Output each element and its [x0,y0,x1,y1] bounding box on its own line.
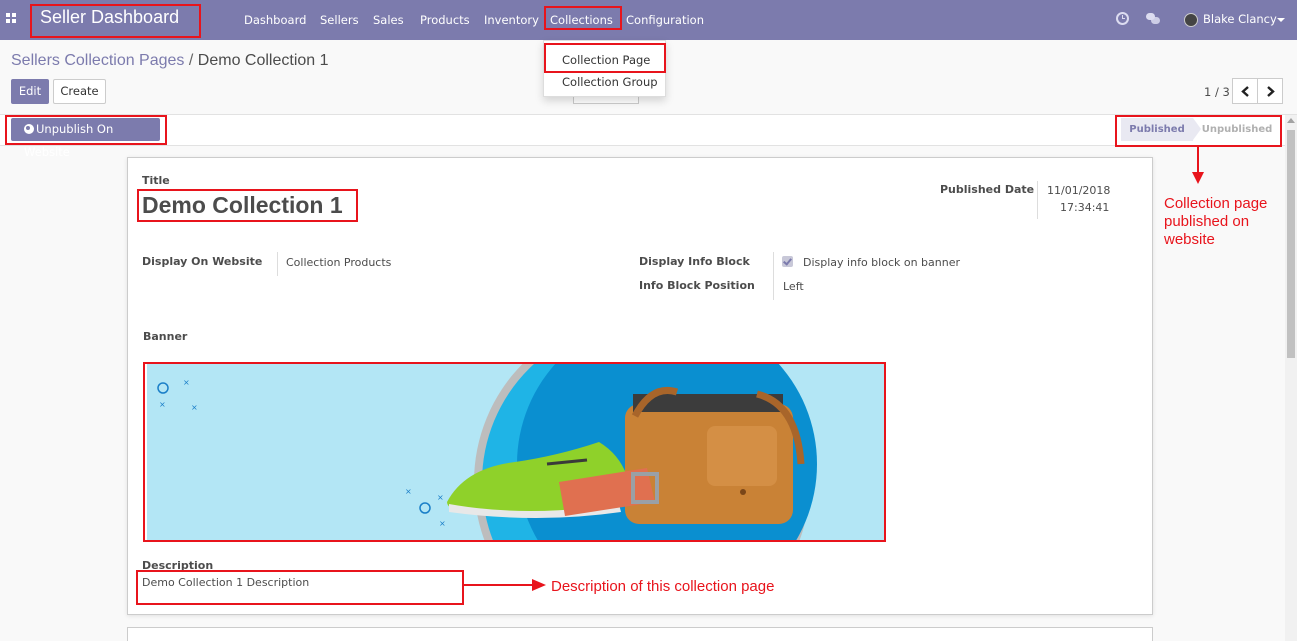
pager-counter[interactable]: 1 / 3 [1204,85,1230,99]
field-divider [773,252,774,300]
user-menu-caret-icon[interactable] [1277,18,1285,22]
scrollbar-thumb[interactable] [1287,130,1295,358]
annotation-box-unpublish [5,115,167,145]
activity-clock-icon[interactable] [1116,12,1129,25]
menu-configuration[interactable]: Configuration [626,13,704,27]
user-avatar[interactable] [1184,13,1198,27]
scroll-up-arrow-icon[interactable] [1287,118,1295,123]
annotation-description-note: Description of this collection page [551,578,775,595]
apps-grid-icon[interactable] [6,13,18,25]
banner-label: Banner [143,330,188,343]
annotation-box-banner [143,362,886,542]
menu-sellers[interactable]: Sellers [320,13,359,27]
menu-sales[interactable]: Sales [373,13,404,27]
menu-inventory[interactable]: Inventory [484,13,539,27]
pager-previous-button[interactable] [1232,78,1258,104]
field-divider [277,252,278,276]
menu-item-collection-group[interactable]: Collection Group [562,75,658,89]
annotation-box-description [136,570,464,605]
breadcrumb: Sellers Collection Pages / Demo Collecti… [11,52,329,70]
annotation-line: website [1164,231,1215,248]
published-time-value: 17:34:41 [1060,201,1110,214]
display-info-block-checkbox[interactable] [782,256,793,267]
create-button[interactable]: Create [53,79,106,104]
annotation-line: published on [1164,213,1250,230]
annotation-box-title [137,189,358,222]
info-block-position-label: Info Block Position [639,279,755,292]
display-info-block-label: Display Info Block [639,255,750,268]
chevron-right-icon [1267,86,1275,97]
published-date-value: 11/01/2018 [1047,184,1111,197]
breadcrumb-separator: / [188,52,194,69]
edit-button[interactable]: Edit [11,79,49,104]
annotation-arrow-description [464,579,546,591]
field-divider [1037,181,1038,219]
annotation-box-brand [30,4,201,38]
annotation-published-note: Collection page published on website [1164,195,1267,249]
status-bar [0,114,1297,146]
display-on-website-label: Display On Website [142,255,263,268]
title-label: Title [142,174,170,187]
annotation-line: Collection page [1164,195,1268,212]
chevron-left-icon [1241,86,1249,97]
annotation-arrow-published [1192,146,1204,184]
annotation-box-collection-page [544,43,666,73]
menu-dashboard[interactable]: Dashboard [244,13,306,27]
chatter-sheet [127,627,1153,641]
published-date-label: Published Date [940,183,1035,196]
annotation-box-stages [1115,115,1282,147]
display-info-block-text: Display info block on banner [803,256,961,269]
breadcrumb-current: Demo Collection 1 [197,52,329,69]
pager-next-button[interactable] [1257,78,1283,104]
menu-products[interactable]: Products [420,13,470,27]
chat-icon[interactable] [1146,13,1160,24]
user-name[interactable]: Blake Clancy [1203,12,1277,26]
display-on-website-value: Collection Products [286,256,392,269]
info-block-position-value: Left [783,280,804,293]
annotation-box-collections-menu [544,6,622,30]
breadcrumb-parent-link[interactable]: Sellers Collection Pages [11,52,184,69]
